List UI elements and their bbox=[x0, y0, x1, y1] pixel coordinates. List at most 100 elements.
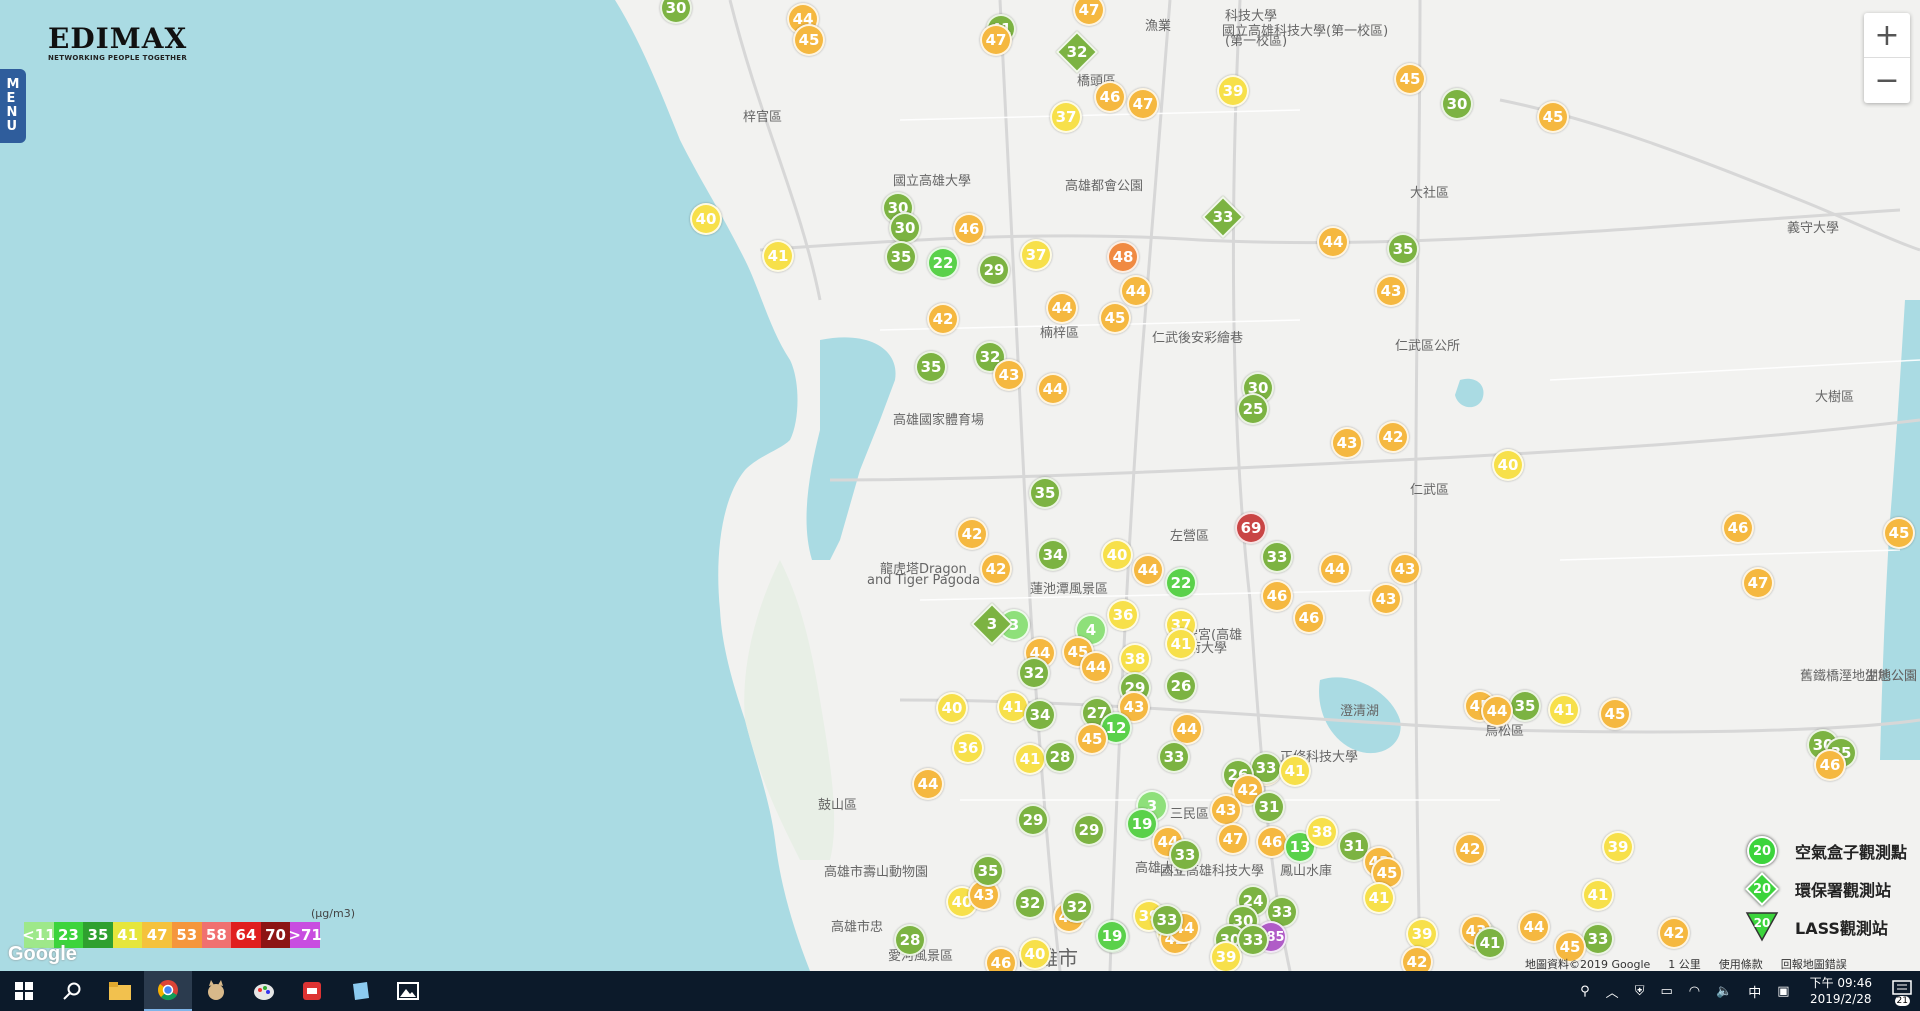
sensor-marker[interactable]: 29 bbox=[978, 254, 1010, 286]
sensor-marker[interactable]: 45 bbox=[1099, 302, 1131, 334]
sensor-marker[interactable]: 42 bbox=[1454, 833, 1486, 865]
sensor-marker[interactable]: 35 bbox=[1509, 690, 1541, 722]
sensor-marker[interactable]: 44 bbox=[1120, 275, 1152, 307]
sensor-marker[interactable]: 45 bbox=[1537, 101, 1569, 133]
people-icon[interactable]: ⚲ bbox=[1580, 984, 1590, 999]
sensor-marker[interactable]: 43 bbox=[1375, 275, 1407, 307]
sensor-marker[interactable]: 44 bbox=[912, 768, 944, 800]
sensor-marker[interactable]: 30 bbox=[1441, 88, 1473, 120]
sensor-marker[interactable]: 32 bbox=[1018, 657, 1050, 689]
sensor-marker[interactable]: 40 bbox=[690, 203, 722, 235]
sensor-marker[interactable]: 42 bbox=[1401, 946, 1433, 971]
sensor-marker[interactable]: 41 bbox=[1582, 879, 1614, 911]
sensor-marker[interactable]: 44 bbox=[1080, 651, 1112, 683]
sensor-marker[interactable]: 46 bbox=[1293, 602, 1325, 634]
sensor-marker[interactable]: 33 bbox=[1158, 741, 1190, 773]
battery-icon[interactable]: ▭ bbox=[1660, 984, 1672, 999]
sensor-marker[interactable]: 47 bbox=[1742, 567, 1774, 599]
sensor-marker[interactable]: 38 bbox=[1119, 643, 1151, 675]
sensor-marker[interactable]: 42 bbox=[980, 553, 1012, 585]
sensor-marker[interactable]: 31 bbox=[1253, 791, 1285, 823]
sensor-marker[interactable]: 41 bbox=[1363, 882, 1395, 914]
sensor-marker[interactable]: 41 bbox=[1014, 743, 1046, 775]
sensor-marker[interactable]: 22 bbox=[1165, 567, 1197, 599]
sensor-marker[interactable]: 30 bbox=[889, 212, 921, 244]
sensor-marker[interactable]: 44 bbox=[1518, 911, 1550, 943]
sensor-marker[interactable]: 43 bbox=[1331, 427, 1363, 459]
sensor-marker[interactable]: 34 bbox=[1024, 699, 1056, 731]
zoom-out-button[interactable]: − bbox=[1864, 58, 1910, 103]
sensor-marker[interactable]: 69 bbox=[1235, 512, 1267, 544]
sensor-marker[interactable]: 43 bbox=[993, 359, 1025, 391]
sensor-marker[interactable]: 36 bbox=[1107, 599, 1139, 631]
sensor-marker[interactable]: 41 bbox=[1279, 755, 1311, 787]
sensor-marker[interactable]: 45 bbox=[793, 24, 825, 56]
sensor-marker[interactable]: 33 bbox=[1582, 923, 1614, 955]
search-icon[interactable] bbox=[48, 971, 96, 1011]
sensor-marker[interactable]: 45 bbox=[1599, 698, 1631, 730]
sensor-marker[interactable]: 44 bbox=[1046, 292, 1078, 324]
sensor-marker[interactable]: 40 bbox=[936, 692, 968, 724]
sensor-marker[interactable]: 39 bbox=[1602, 831, 1634, 863]
sensor-marker[interactable]: 42 bbox=[1377, 421, 1409, 453]
sensor-marker[interactable]: 33 bbox=[1169, 839, 1201, 871]
sensor-marker[interactable]: 41 bbox=[1165, 628, 1197, 660]
sensor-marker[interactable]: 33 bbox=[1261, 541, 1293, 573]
sensor-marker[interactable]: 39 bbox=[1406, 918, 1438, 950]
sensor-marker[interactable]: 46 bbox=[953, 213, 985, 245]
sensor-marker[interactable]: 34 bbox=[1037, 539, 1069, 571]
sensor-marker[interactable]: 46 bbox=[1256, 826, 1288, 858]
sensor-marker[interactable]: 47 bbox=[980, 24, 1012, 56]
file-explorer-icon[interactable] bbox=[96, 971, 144, 1011]
keyboard-icon[interactable]: ▣ bbox=[1777, 984, 1789, 999]
sensor-marker[interactable]: 42 bbox=[1658, 917, 1690, 949]
sensor-marker[interactable]: 41 bbox=[1474, 927, 1506, 959]
sensor-marker[interactable]: 45 bbox=[1076, 723, 1108, 755]
sensor-marker[interactable]: 35 bbox=[885, 241, 917, 273]
sensor-marker[interactable]: 46 bbox=[985, 947, 1017, 971]
sensor-marker[interactable]: 46 bbox=[1722, 512, 1754, 544]
security-icon[interactable]: ⛨ bbox=[1635, 984, 1645, 999]
sensor-marker[interactable]: 46 bbox=[1814, 749, 1846, 781]
sensor-marker[interactable]: 28 bbox=[894, 924, 926, 956]
report-error-link[interactable]: 回報地圖錯誤 bbox=[1781, 956, 1847, 971]
app-notepad-icon[interactable] bbox=[336, 971, 384, 1011]
sensor-marker[interactable]: 41 bbox=[762, 240, 794, 272]
sensor-marker[interactable]: 33 bbox=[1151, 904, 1183, 936]
sensor-marker[interactable]: 44 bbox=[1037, 373, 1069, 405]
clock[interactable]: 下午 09:46 2019/2/28 bbox=[1810, 975, 1872, 1007]
sensor-marker[interactable]: 42 bbox=[927, 303, 959, 335]
sensor-marker[interactable]: 38 bbox=[1306, 816, 1338, 848]
terms-link[interactable]: 使用條款 bbox=[1719, 956, 1763, 971]
sensor-marker[interactable]: 44 bbox=[1132, 554, 1164, 586]
sensor-marker[interactable]: 19 bbox=[1096, 920, 1128, 952]
app-photos-icon[interactable] bbox=[384, 971, 432, 1011]
sensor-marker[interactable]: 45 bbox=[1394, 63, 1426, 95]
sensor-marker[interactable]: 41 bbox=[1548, 694, 1580, 726]
sensor-marker[interactable]: 35 bbox=[972, 855, 1004, 887]
sensor-marker[interactable]: 36 bbox=[952, 732, 984, 764]
app-red-icon[interactable] bbox=[288, 971, 336, 1011]
sensor-marker[interactable]: 40 bbox=[1101, 539, 1133, 571]
sensor-marker[interactable]: 29 bbox=[1073, 814, 1105, 846]
sensor-marker[interactable]: 47 bbox=[1217, 823, 1249, 855]
sensor-marker[interactable]: 42 bbox=[956, 518, 988, 550]
menu-button[interactable]: MENU bbox=[0, 69, 26, 143]
chrome-icon[interactable] bbox=[144, 971, 192, 1011]
sensor-marker[interactable]: 40 bbox=[1492, 449, 1524, 481]
sensor-marker[interactable]: 22 bbox=[927, 247, 959, 279]
zoom-in-button[interactable]: + bbox=[1864, 13, 1910, 58]
sensor-marker[interactable]: 44 bbox=[1319, 553, 1351, 585]
sensor-marker[interactable]: 48 bbox=[1107, 241, 1139, 273]
sensor-marker[interactable]: 43 bbox=[1210, 794, 1242, 826]
sensor-marker[interactable]: 45 bbox=[1883, 517, 1915, 549]
sensor-marker[interactable]: 25 bbox=[1237, 393, 1269, 425]
sensor-marker[interactable]: 35 bbox=[1387, 233, 1419, 265]
wifi-icon[interactable]: ◠ bbox=[1689, 984, 1700, 999]
ime-indicator[interactable]: 中 bbox=[1748, 982, 1761, 1001]
map-canvas[interactable]: 梓官區 楠梓區 大社區 仁武區 大樹區 鳥松區 鼓山區 橋頭區 國立高雄大學 高… bbox=[0, 0, 1920, 971]
sensor-marker[interactable]: 40 bbox=[1019, 938, 1051, 970]
sensor-marker[interactable]: 46 bbox=[1094, 81, 1126, 113]
app-cat-icon[interactable] bbox=[192, 971, 240, 1011]
windows-start-icon[interactable] bbox=[0, 971, 48, 1011]
